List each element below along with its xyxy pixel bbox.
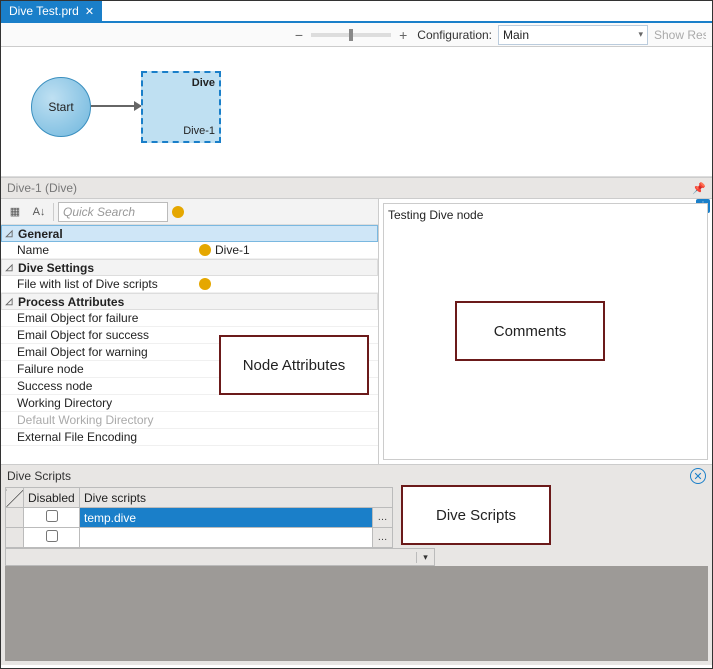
toolbar: − + Configuration: Main ▾ Show Resul [1,23,712,47]
process-canvas[interactable]: Start Dive Dive-1 [1,47,712,177]
dive-scripts-panel: Dive Scripts ✕ Disabled Dive scripts tem… [1,465,712,665]
comments-panel: i Testing Dive node [379,199,712,464]
table-row[interactable]: … [6,528,393,548]
search-placeholder: Quick Search [63,205,135,219]
grid-empty-area [5,566,708,661]
prop-name-value[interactable]: Dive-1 [195,243,378,257]
prop-email-success: Email Object for success [15,328,195,342]
tab-bar: Dive Test.prd ✕ [1,1,712,23]
scripts-table[interactable]: Disabled Dive scripts temp.dive… … [5,487,393,548]
dive-scripts-title: Dive Scripts [7,469,71,483]
status-text: Dive-1 (Dive) [7,181,77,195]
dive-node-title: Dive [147,77,215,89]
warning-icon[interactable] [172,206,184,218]
categorize-icon[interactable]: ▦ [5,202,25,222]
configuration-value: Main [503,28,529,42]
table-row[interactable]: temp.dive… [6,508,393,528]
zoom-in-icon[interactable]: + [395,27,411,43]
search-input[interactable]: Quick Search [58,202,168,222]
dive-node-subtitle: Dive-1 [147,125,215,137]
disabled-checkbox[interactable] [24,528,80,548]
prop-default-wd: Default Working Directory [15,413,195,427]
pin-icon[interactable]: 📌 [692,182,706,195]
prop-success-node: Success node [15,379,195,393]
property-grid[interactable]: ◿General NameDive-1 ◿Dive Settings File … [1,225,378,464]
prop-file-label: File with list of Dive scripts [15,277,195,291]
dive-node[interactable]: Dive Dive-1 [141,71,221,143]
group-general[interactable]: General [16,227,196,241]
tab-title: Dive Test.prd [9,4,79,18]
dropdown-icon[interactable]: ▾ [416,552,434,563]
col-disabled[interactable]: Disabled [24,488,80,508]
start-node[interactable]: Start [31,77,91,137]
disabled-checkbox[interactable] [24,508,80,528]
close-panel-icon[interactable]: ✕ [690,468,706,484]
warning-icon [199,278,211,290]
warning-icon [199,244,211,256]
chevron-down-icon: ▾ [638,29,643,40]
connector-arrow[interactable] [91,105,141,107]
sort-icon[interactable]: A↓ [29,202,49,222]
prop-working-dir: Working Directory [15,396,195,410]
zoom-thumb[interactable] [349,29,353,41]
script-value-cell[interactable]: … [80,528,393,548]
comments-textarea[interactable]: Testing Dive node [383,203,708,460]
zoom-out-icon[interactable]: − [291,27,307,43]
scripts-dropdown-strip: ▾ [5,548,435,566]
configuration-select[interactable]: Main ▾ [498,25,648,45]
properties-toolbar: ▦ A↓ Quick Search [1,199,378,225]
table-corner[interactable] [6,488,24,508]
ellipsis-icon[interactable]: … [372,508,392,527]
close-icon[interactable]: ✕ [85,5,94,18]
prop-file-value[interactable] [195,278,378,290]
row-header[interactable] [6,508,24,528]
configuration-label: Configuration: [417,28,492,42]
group-process-attrs[interactable]: Process Attributes [16,295,196,309]
comments-text: Testing Dive node [388,208,483,222]
prop-ext-enc: External File Encoding [15,430,195,444]
file-tab[interactable]: Dive Test.prd ✕ [1,1,102,21]
status-bar: Dive-1 (Dive) 📌 [1,177,712,199]
properties-panel: ▦ A↓ Quick Search ◿General NameDive-1 ◿D… [1,199,379,464]
zoom-slider[interactable]: − + [291,27,411,43]
row-header[interactable] [6,528,24,548]
ellipsis-icon[interactable]: … [372,528,392,547]
group-dive-settings[interactable]: Dive Settings [16,261,196,275]
col-scripts[interactable]: Dive scripts [80,488,393,508]
show-result-link[interactable]: Show Resul [654,28,706,42]
zoom-track[interactable] [311,33,391,37]
prop-email-warn: Email Object for warning [15,345,195,359]
script-value-cell[interactable]: temp.dive… [80,508,393,528]
prop-email-fail: Email Object for failure [15,311,195,325]
start-node-label: Start [48,100,73,114]
prop-failure-node: Failure node [15,362,195,376]
prop-name-label: Name [15,243,195,257]
